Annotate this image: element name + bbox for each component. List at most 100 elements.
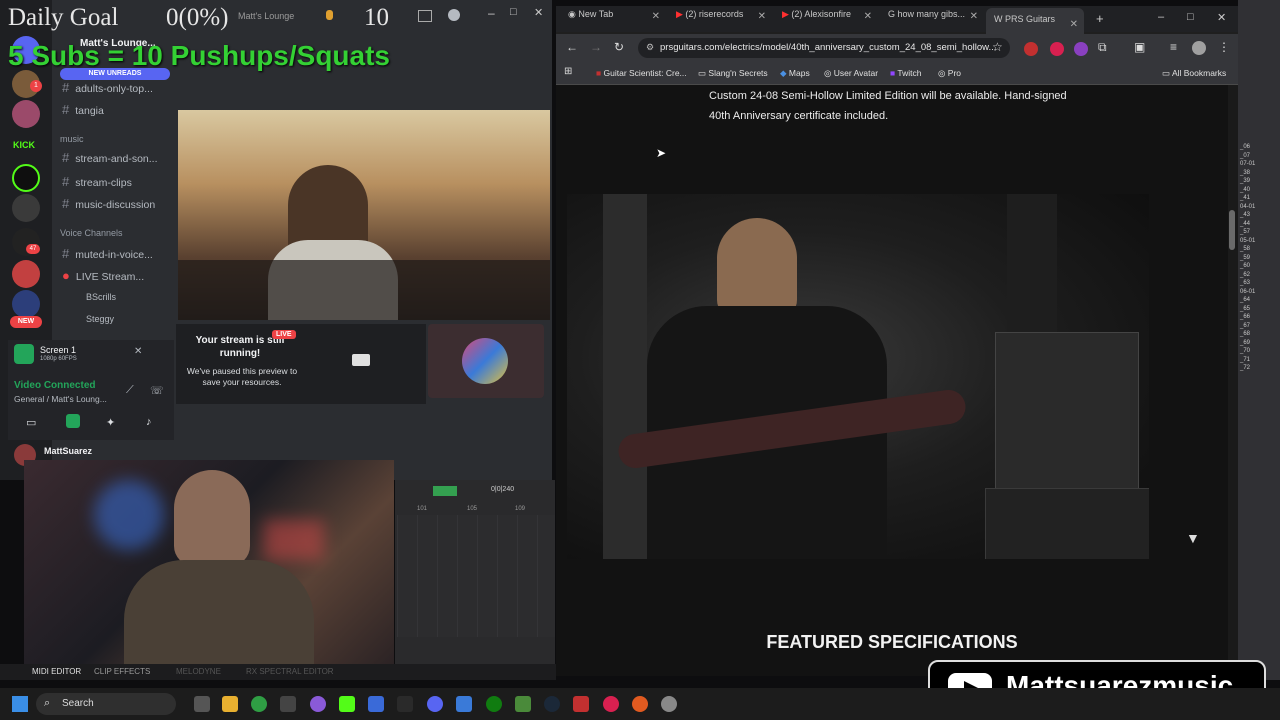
help-icon[interactable] xyxy=(448,9,460,21)
puzzle-icon[interactable]: ⧉ xyxy=(1098,40,1107,55)
tab-alexisonfire[interactable]: ▶ (2) Alexisonfire ✕ xyxy=(782,9,872,29)
scrollbar[interactable] xyxy=(1228,85,1238,676)
bookmark-item[interactable]: ■ Guitar Scientist: Cre... xyxy=(596,68,687,78)
app-icon[interactable] xyxy=(515,696,531,712)
kick-icon[interactable] xyxy=(12,164,40,192)
extension-icon[interactable] xyxy=(1024,42,1038,56)
tab-prs-guitars[interactable]: W PRS Guitars ✕ xyxy=(986,8,1084,34)
track-label: _06 xyxy=(1240,144,1251,150)
window-icon[interactable] xyxy=(418,10,432,22)
profile-icon[interactable] xyxy=(1192,41,1206,55)
participant-tile[interactable] xyxy=(428,324,544,398)
close-tab-icon[interactable]: ✕ xyxy=(970,11,978,22)
site-info-icon[interactable]: ⚙ xyxy=(646,42,654,53)
close-tab-icon[interactable]: ✕ xyxy=(758,11,766,22)
app-icon[interactable] xyxy=(456,696,472,712)
bookmark-item[interactable]: ◎ Pro xyxy=(938,68,961,79)
signal-icon[interactable]: ⟋ xyxy=(126,384,134,397)
all-bookmarks[interactable]: ▭ All Bookmarks xyxy=(1162,68,1226,79)
close-tab-icon[interactable]: ✕ xyxy=(1070,14,1078,36)
windows-start-icon[interactable] xyxy=(12,696,28,712)
bookmark-item[interactable]: ▭ Slang'n Secrets xyxy=(698,68,768,79)
soundboard-icon[interactable]: ♪ xyxy=(146,416,152,428)
camera-icon[interactable] xyxy=(352,354,370,366)
app-icon[interactable] xyxy=(632,696,648,712)
maximize-icon[interactable]: □ xyxy=(1187,11,1194,23)
task-view-icon[interactable] xyxy=(194,696,210,712)
app-icon[interactable] xyxy=(661,696,677,712)
tab-rx-spectral[interactable]: RX SPECTRAL EDITOR xyxy=(246,667,334,676)
server-icon[interactable] xyxy=(12,260,40,288)
close-tab-icon[interactable]: ✕ xyxy=(864,11,872,22)
hash-icon: # xyxy=(62,196,70,211)
app-icon[interactable] xyxy=(368,696,384,712)
channel-item[interactable]: # stream-clips xyxy=(62,174,132,189)
bookmark-item[interactable]: ◆ Maps xyxy=(780,68,810,79)
menu-icon[interactable]: ⋮ xyxy=(1218,40,1230,54)
voice-location[interactable]: General / Matt's Loung... xyxy=(14,394,107,404)
tab-melodyne[interactable]: MELODYNE xyxy=(176,667,221,676)
side-panel-icon[interactable]: ▣ xyxy=(1134,40,1145,54)
discord-taskbar-icon[interactable] xyxy=(427,696,443,712)
app-icon[interactable] xyxy=(397,696,413,712)
tab-midi-editor[interactable]: MIDI EDITOR xyxy=(32,667,81,676)
video-control-icon[interactable]: ▼ xyxy=(1186,530,1200,546)
category-voice[interactable]: Voice Channels xyxy=(60,228,123,238)
forward-icon[interactable]: → xyxy=(590,40,602,54)
minimize-icon[interactable]: – xyxy=(488,6,495,20)
disconnect-icon[interactable]: ☏ xyxy=(150,384,164,397)
server-icon[interactable] xyxy=(12,194,40,222)
voice-user[interactable]: Steggy xyxy=(86,314,114,324)
channel-item[interactable]: # adults-only-top... xyxy=(62,80,153,95)
server-icon[interactable] xyxy=(12,290,40,318)
tab-riserecords[interactable]: ▶ (2) riserecords ✕ xyxy=(676,9,766,29)
channel-item[interactable]: # stream-and-son... xyxy=(62,150,158,165)
voice-channel-item[interactable]: ● LIVE Stream... xyxy=(62,268,144,283)
grid-badge[interactable] xyxy=(433,486,457,496)
extension-icon[interactable] xyxy=(1074,42,1088,56)
voice-user[interactable]: BScrills xyxy=(86,292,116,302)
server-icon[interactable] xyxy=(12,100,40,128)
close-icon[interactable]: ✕ xyxy=(1217,11,1226,24)
tab-new-tab[interactable]: ◉ New Tab ✕ xyxy=(568,9,660,29)
piano-roll-grid[interactable] xyxy=(397,515,555,637)
new-tab-icon[interactable]: + xyxy=(1096,11,1104,26)
scrollbar-thumb[interactable] xyxy=(1229,210,1235,250)
product-video[interactable] xyxy=(567,194,1149,559)
tab-search-icon[interactable]: ≡ xyxy=(1170,40,1177,54)
reload-icon[interactable]: ↻ xyxy=(614,40,624,54)
app-icon[interactable] xyxy=(310,696,326,712)
activity-icon[interactable]: ✦ xyxy=(106,416,115,429)
extension-icon[interactable] xyxy=(1050,42,1064,56)
app-icon[interactable] xyxy=(573,696,589,712)
screen-share-toggle-icon[interactable] xyxy=(66,414,80,428)
app-icon[interactable] xyxy=(339,696,355,712)
video-off-icon[interactable]: ▭ xyxy=(26,416,36,429)
maximize-icon[interactable]: □ xyxy=(510,6,517,18)
star-icon[interactable]: ☆ xyxy=(992,40,1003,54)
xbox-icon[interactable] xyxy=(486,696,502,712)
apps-icon[interactable]: ⊞ xyxy=(564,66,572,77)
back-icon[interactable]: ← xyxy=(566,40,578,54)
channel-item[interactable]: # tangia xyxy=(62,102,104,117)
tab-clip-effects[interactable]: CLIP EFFECTS xyxy=(94,667,150,676)
chrome-taskbar-icon[interactable] xyxy=(251,696,267,712)
address-bar[interactable]: prsguitars.com/electrics/model/40th_anni… xyxy=(638,38,1010,58)
track-label: _60 xyxy=(1240,263,1251,269)
voice-channel-item[interactable]: # muted-in-voice... xyxy=(62,246,153,261)
tab-google-search[interactable]: G how many gibs... ✕ xyxy=(888,9,978,29)
channel-item[interactable]: # music-discussion xyxy=(62,196,155,211)
file-explorer-icon[interactable] xyxy=(222,696,238,712)
close-icon[interactable]: ✕ xyxy=(534,6,543,19)
kick-label[interactable]: KICK xyxy=(13,140,35,150)
close-tab-icon[interactable]: ✕ xyxy=(652,11,660,22)
minimize-icon[interactable]: – xyxy=(1158,11,1164,23)
close-icon[interactable]: ✕ xyxy=(134,346,142,357)
bookmark-item[interactable]: ◎ User Avatar xyxy=(824,68,878,79)
category-music[interactable]: music xyxy=(60,134,84,144)
app-icon[interactable] xyxy=(280,696,296,712)
app-icon[interactable] xyxy=(603,696,619,712)
steam-icon[interactable] xyxy=(544,696,560,712)
bookmark-item[interactable]: ■ Twitch xyxy=(890,68,921,78)
taskbar-search[interactable]: Search xyxy=(36,693,176,715)
